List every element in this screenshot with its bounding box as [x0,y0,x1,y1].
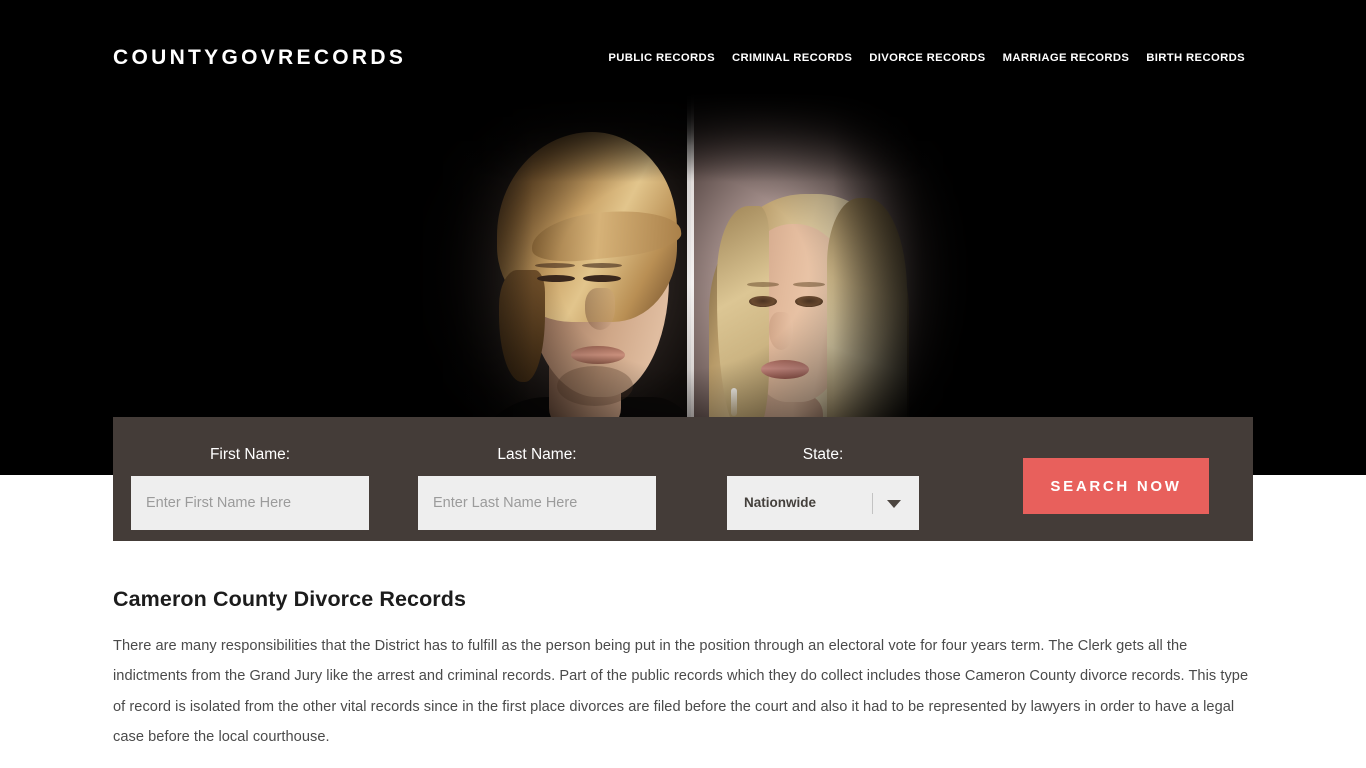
man-eyebrow-left [535,263,575,268]
page-title: Cameron County Divorce Records [113,587,467,611]
first-name-input[interactable] [131,476,369,530]
man-chin [557,366,633,406]
woman-eye-left [749,296,777,307]
state-select-value: Nationwide [744,495,817,510]
nav-item-public-records[interactable]: PUBLIC RECORDS [608,51,715,65]
man-lips [571,346,625,364]
nav-item-birth-records[interactable]: BIRTH RECORDS [1146,51,1245,65]
woman-lips [761,360,809,379]
content-paragraph: There are many responsibilities that the… [113,638,1249,745]
last-name-field-group: Last Name: [418,445,656,530]
first-name-field-group: First Name: [131,445,369,530]
search-form: First Name: Last Name: State: Nationwide… [113,417,1253,541]
search-now-button[interactable]: SEARCH NOW [1023,458,1209,514]
state-label: State: [802,446,844,463]
woman-earring [731,388,737,416]
nav-item-marriage-records[interactable]: MARRIAGE RECORDS [1003,51,1130,65]
man-eye-left [537,275,575,282]
woman-eye-right [795,296,823,307]
chevron-down-icon [887,500,901,508]
first-name-label: First Name: [209,446,291,463]
last-name-input[interactable] [418,476,656,530]
content-section: Cameron County Divorce Records There are… [113,585,1253,752]
state-select-separator [872,493,873,514]
woman-eyebrow-right [793,282,825,287]
state-select[interactable]: Nationwide [727,476,919,530]
man-sideburn [499,270,545,382]
woman-nose [769,312,793,350]
site-logo[interactable]: COUNTYGOVRECORDS [113,45,406,71]
man-nose [585,288,615,330]
nav-item-criminal-records[interactable]: CRIMINAL RECORDS [732,51,852,65]
site-header: COUNTYGOVRECORDS PUBLIC RECORDS CRIMINAL… [0,0,1366,96]
state-field-group: State: Nationwide [727,445,919,530]
nav-item-divorce-records[interactable]: DIVORCE RECORDS [869,51,985,65]
man-eye-right [583,275,621,282]
main-navigation: PUBLIC RECORDS CRIMINAL RECORDS DIVORCE … [608,51,1245,65]
woman-eyebrow-left [747,282,779,287]
page-root: COUNTYGOVRECORDS PUBLIC RECORDS CRIMINAL… [0,0,1366,768]
last-name-label: Last Name: [497,446,577,463]
man-eyebrow-right [582,263,622,268]
